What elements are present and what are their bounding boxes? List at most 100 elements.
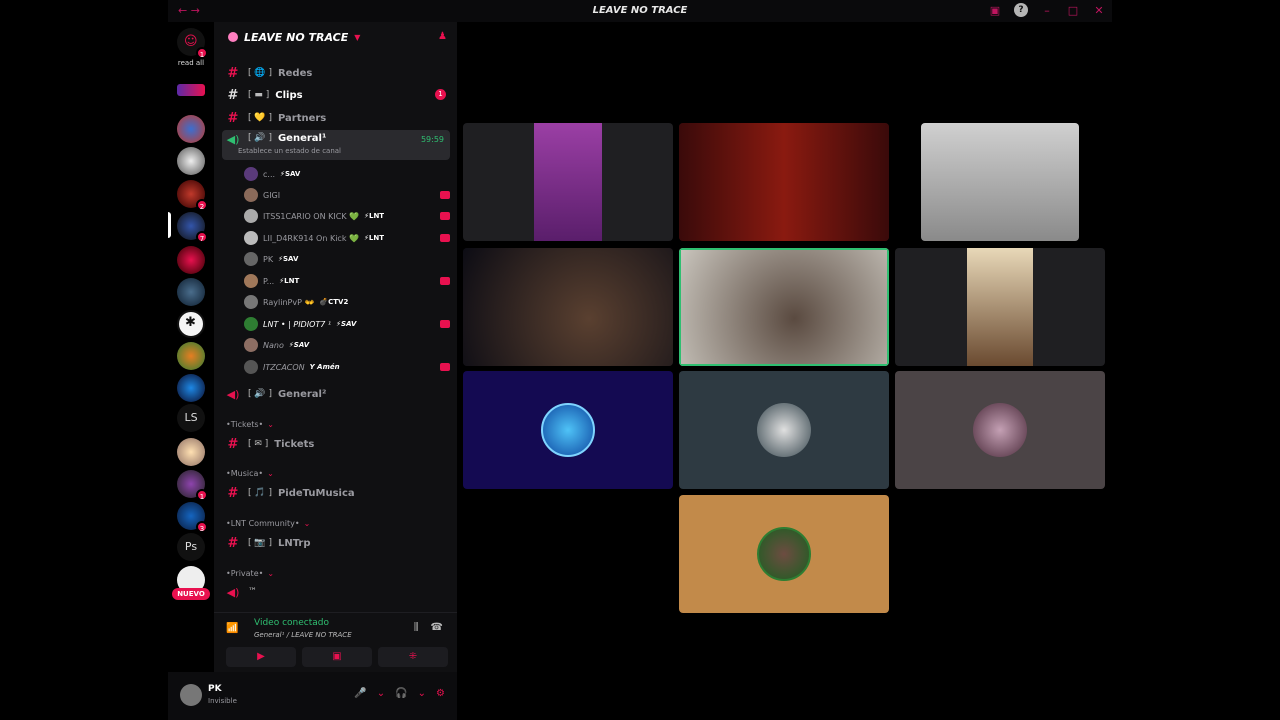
headphones-icon[interactable]: 🎧: [395, 688, 407, 699]
hash-icon: #: [227, 485, 239, 501]
maximize-icon[interactable]: □: [1066, 3, 1080, 17]
channel-redes[interactable]: # [ 🌐 ] Redes: [222, 62, 450, 84]
avatar: [244, 295, 258, 309]
camera-feed: [921, 123, 1079, 241]
channel-private-first[interactable]: ◀) ™: [222, 581, 450, 603]
voice-member[interactable]: P... ⚡LNT: [244, 271, 450, 291]
live-video-icon: [440, 234, 450, 242]
voice-member[interactable]: ITSS1CARIO ON KICK 💚 ⚡LNT: [244, 206, 450, 226]
server-icon[interactable]: [177, 278, 205, 306]
voice-member[interactable]: LII_D4RK914 On Kick 💚 ⚡LNT: [244, 228, 450, 248]
video-tile[interactable]: [463, 123, 673, 241]
mic-icon[interactable]: 🎤: [354, 688, 366, 699]
category-musica[interactable]: •Musica• ⌄: [226, 469, 274, 478]
server-icon[interactable]: 2: [177, 180, 208, 211]
server-icon[interactable]: 3: [177, 502, 208, 533]
server-icon[interactable]: [177, 342, 205, 370]
noise-suppression-icon[interactable]: ⫼: [414, 622, 419, 633]
server-icon[interactable]: [177, 438, 205, 466]
close-icon[interactable]: ✕: [1092, 3, 1106, 17]
video-tile[interactable]: [895, 248, 1105, 366]
avatar: [244, 317, 258, 331]
channel-general1[interactable]: ◀) [ 🔊 ] General¹ 59:59 Establece un est…: [222, 130, 450, 160]
server-header[interactable]: LEAVE NO TRACE ▼ ♟: [214, 22, 457, 52]
chevron-down-icon[interactable]: ⌄: [418, 688, 426, 699]
user-name[interactable]: PK: [208, 684, 222, 694]
video-tile[interactable]: [463, 371, 673, 489]
category-lnt-community[interactable]: •LNT Community• ⌄: [226, 519, 310, 528]
chevron-down-icon[interactable]: ⌄: [377, 688, 385, 699]
direct-messages-icon[interactable]: ☺ 1: [177, 28, 208, 59]
speaker-icon: ◀): [226, 133, 240, 146]
discord-window: ← → LEAVE NO TRACE ▣ ? – □ ✕ ☺ 1 read al…: [168, 0, 1112, 720]
avatar: [244, 252, 258, 266]
video-tile[interactable]: [679, 123, 889, 241]
camera-button[interactable]: ▶: [226, 647, 296, 667]
live-video-icon: [440, 363, 450, 371]
avatar: [757, 527, 811, 581]
screen-share-button[interactable]: ▣: [302, 647, 372, 667]
camera-feed: [679, 123, 889, 241]
avatar: [973, 403, 1027, 457]
inbox-icon[interactable]: ▣: [988, 3, 1002, 17]
signal-icon[interactable]: 📶: [226, 623, 238, 634]
voice-location[interactable]: General¹ / LEAVE NO TRACE: [254, 631, 352, 639]
server-icon-ps[interactable]: Ps: [177, 533, 205, 561]
read-all-button[interactable]: read all: [168, 59, 214, 67]
category-private[interactable]: •Private• ⌄: [226, 569, 274, 578]
speaker-icon: ◀): [226, 585, 240, 599]
add-user-icon[interactable]: ♟: [438, 31, 447, 42]
category-tickets[interactable]: •Tickets• ⌄: [226, 420, 274, 429]
disconnect-icon[interactable]: ☎: [431, 622, 443, 633]
dm-badge: 1: [196, 47, 208, 59]
server-icon[interactable]: [177, 374, 205, 402]
camera-feed: [463, 248, 673, 366]
server-icon[interactable]: [177, 246, 205, 274]
avatar: [244, 231, 258, 245]
help-icon[interactable]: ?: [1014, 3, 1028, 17]
server-badge-icon: [228, 32, 238, 42]
channel-sidebar: LEAVE NO TRACE ▼ ♟ # [ 🌐 ] Redes # [ ▬ ]…: [214, 22, 457, 612]
minimize-icon[interactable]: –: [1040, 3, 1054, 17]
avatar: [757, 403, 811, 457]
channel-partners[interactable]: # [ 💛 ] Partners: [222, 107, 450, 129]
chevron-down-icon: ⌄: [267, 469, 274, 478]
avatar[interactable]: [180, 684, 202, 706]
server-icon[interactable]: ✱: [177, 310, 205, 338]
voice-member[interactable]: PK ⚡SAV: [244, 249, 450, 269]
channel-status[interactable]: Establece un estado de canal: [238, 147, 341, 155]
server-icon[interactable]: [177, 147, 205, 175]
avatar: [244, 338, 258, 352]
activities-button[interactable]: ⁜: [378, 647, 448, 667]
voice-timer: 59:59: [420, 135, 444, 144]
video-tile[interactable]: [463, 248, 673, 366]
voice-connected-label[interactable]: Video conectado: [254, 618, 329, 628]
voice-member[interactable]: RaylinPvP 👐 💣CTV2: [244, 292, 450, 312]
live-video-icon: [440, 212, 450, 220]
gear-icon[interactable]: ⚙: [436, 688, 445, 699]
chevron-down-icon: ▼: [354, 32, 361, 42]
server-icon-ls[interactable]: LS: [177, 404, 205, 432]
voice-member[interactable]: ITZCACON Y Amén: [244, 357, 450, 377]
video-tile[interactable]: [679, 371, 889, 489]
channel-tickets[interactable]: # [ ✉ ] Tickets: [222, 433, 450, 455]
server-icon[interactable]: 7: [177, 212, 208, 243]
video-tile[interactable]: [921, 123, 1079, 241]
voice-member[interactable]: c... ⚡SAV: [244, 164, 450, 184]
video-tile[interactable]: [679, 495, 889, 613]
server-icon[interactable]: 1: [177, 470, 208, 501]
channel-general2[interactable]: ◀) [ 🔊 ] General²: [222, 383, 450, 405]
server-badge: 2: [196, 199, 208, 211]
live-video-icon: [440, 191, 450, 199]
channel-pidetumusica[interactable]: # [ 🎵 ] PideTuMusica: [222, 482, 450, 504]
server-icon[interactable]: [177, 84, 205, 96]
channel-lntrp[interactable]: # [ 📷 ] LNTrp: [222, 532, 450, 554]
server-icon[interactable]: [177, 115, 205, 143]
video-tile[interactable]: [895, 371, 1105, 489]
voice-member[interactable]: Nano ⚡SAV: [244, 335, 450, 355]
voice-member[interactable]: GIGI: [244, 185, 450, 205]
hash-icon: #: [227, 110, 239, 126]
channel-clips[interactable]: # [ ▬ ] Clips 1: [222, 84, 450, 106]
voice-member[interactable]: LNT • | PIDIOT7 ¹ ⚡SAV: [244, 314, 450, 334]
video-tile-speaking[interactable]: [679, 248, 889, 366]
